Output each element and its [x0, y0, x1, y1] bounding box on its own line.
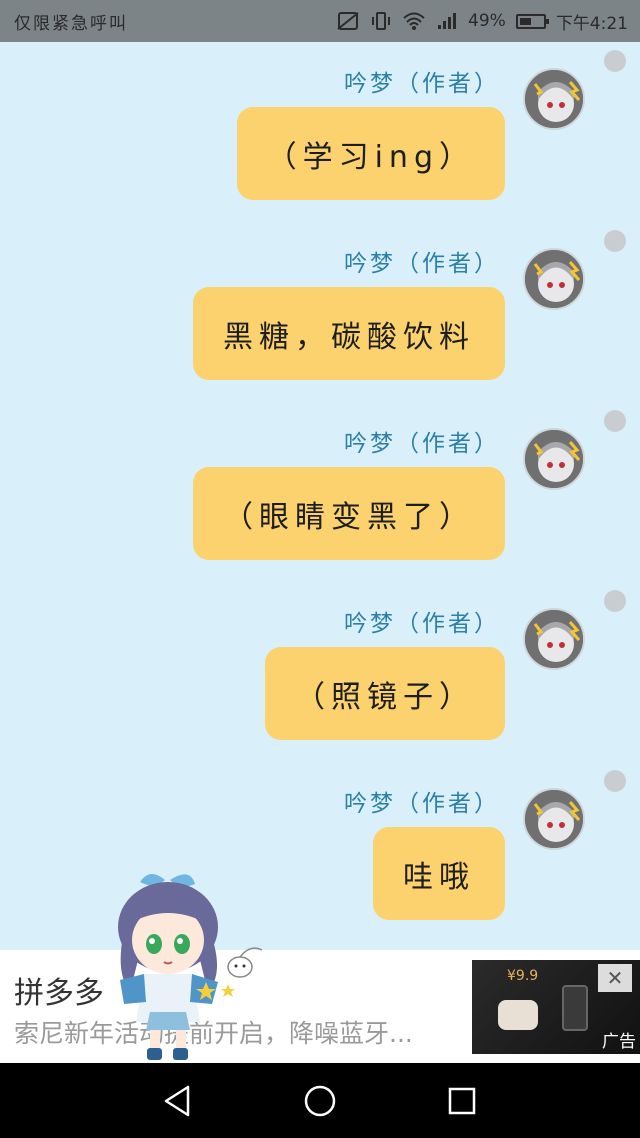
battery-icon: [515, 13, 549, 29]
sender-name[interactable]: 吟梦（作者）: [344, 424, 500, 458]
vibrate-icon: [370, 11, 392, 31]
chat-message: 吟梦（作者） （眼睛变黑了）: [0, 402, 640, 582]
sender-name[interactable]: 吟梦（作者）: [344, 244, 500, 278]
message-bubble[interactable]: 哇哦: [373, 827, 505, 920]
home-icon[interactable]: [302, 1083, 338, 1119]
chat-message: 吟梦（作者） （照镜子）: [0, 582, 640, 762]
navigation-bar: [0, 1063, 640, 1138]
status-dot: [604, 230, 626, 252]
recents-icon[interactable]: [444, 1083, 480, 1119]
status-bar: 仅限紧急呼叫 49% 下午4:21: [0, 0, 640, 42]
status-dot: [604, 770, 626, 792]
avatar[interactable]: [523, 428, 585, 490]
earbuds-case-image: [498, 1000, 538, 1030]
sim-off-icon: [336, 11, 360, 31]
mascot-sticker[interactable]: [110, 862, 270, 1067]
sender-name[interactable]: 吟梦（作者）: [344, 604, 500, 638]
emergency-calls-only-text: 仅限紧急呼叫: [14, 13, 128, 34]
avatar[interactable]: [523, 788, 585, 850]
chat-area[interactable]: 吟梦（作者） （学习ing） 吟梦（作者） 黑糖，碳酸饮料 吟梦（作者） （眼睛…: [0, 42, 640, 950]
chat-message: 吟梦（作者） 哇哦: [0, 762, 640, 942]
message-bubble[interactable]: （眼睛变黑了）: [193, 467, 505, 560]
status-dot: [604, 410, 626, 432]
ad-label: 广告: [602, 1032, 636, 1052]
ad-image[interactable]: ¥9.9 ✕ 广告: [472, 960, 640, 1054]
status-dot: [604, 590, 626, 612]
ad-price: ¥9.9: [507, 968, 539, 984]
back-icon[interactable]: [160, 1083, 196, 1119]
clock: 下午4:21: [555, 13, 628, 34]
ad-banner[interactable]: 拼多多 索尼新年活动提前开启，降噪蓝牙... ¥9.9 ✕ 广告: [0, 950, 640, 1063]
sender-name[interactable]: 吟梦（作者）: [344, 64, 500, 98]
chat-message: 吟梦（作者） 黑糖，碳酸饮料: [0, 222, 640, 402]
avatar[interactable]: [523, 248, 585, 310]
signal-icon: [436, 11, 458, 31]
close-icon[interactable]: ✕: [598, 964, 632, 992]
wifi-icon: [402, 11, 426, 31]
chat-message: 吟梦（作者） （学习ing）: [0, 42, 640, 222]
message-bubble[interactable]: （学习ing）: [236, 107, 505, 200]
phone-image: [562, 985, 588, 1031]
message-bubble[interactable]: 黑糖，碳酸饮料: [193, 287, 505, 380]
avatar[interactable]: [523, 68, 585, 130]
battery-percent: 49%: [468, 11, 506, 31]
status-icons: 49% 下午4:21: [336, 9, 628, 34]
message-bubble[interactable]: （照镜子）: [265, 647, 505, 740]
avatar[interactable]: [523, 608, 585, 670]
status-dot: [604, 50, 626, 72]
sender-name[interactable]: 吟梦（作者）: [344, 784, 500, 818]
ad-title: 拼多多: [14, 976, 104, 1011]
